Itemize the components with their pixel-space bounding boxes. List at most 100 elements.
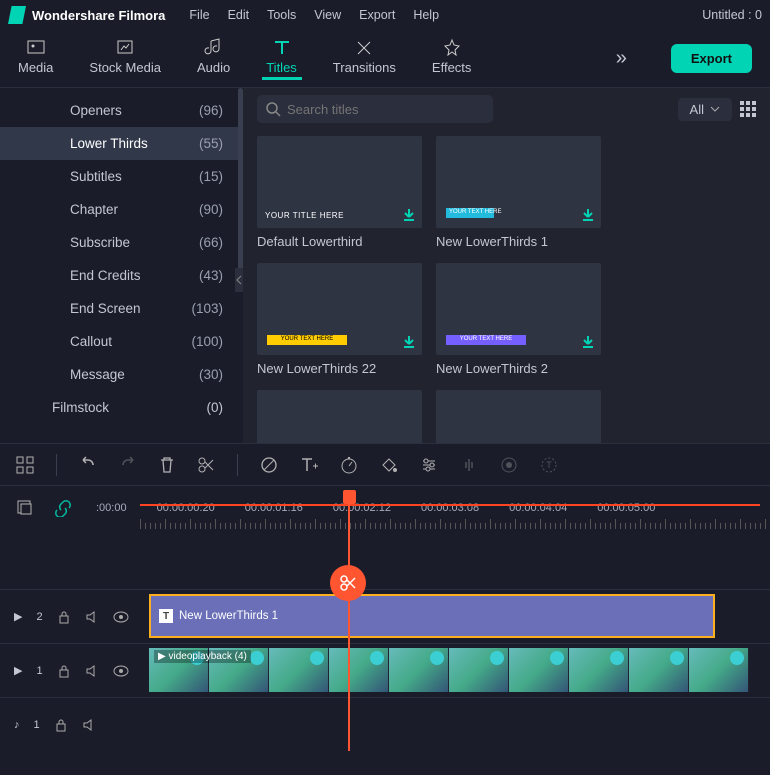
add-marker-icon[interactable] — [16, 499, 34, 517]
record-icon[interactable] — [500, 456, 518, 474]
ruler-ticks — [140, 515, 770, 529]
gallery-item[interactable]: YOUR TEXT HERE New LowerThirds 22 — [257, 263, 422, 376]
crop-icon[interactable] — [260, 456, 278, 474]
sidebar-item-lower-thirds[interactable]: Lower Thirds(55) — [0, 127, 243, 160]
menu-file[interactable]: File — [189, 8, 209, 22]
export-button[interactable]: Export — [671, 44, 752, 73]
delete-icon[interactable] — [159, 456, 175, 474]
sidebar-item-openers[interactable]: Openers(96) — [0, 94, 243, 127]
lock-icon[interactable] — [57, 610, 71, 624]
track-play-icon[interactable]: ▶ — [14, 610, 22, 623]
more-tabs-icon[interactable]: » — [616, 47, 625, 70]
visibility-icon[interactable] — [113, 611, 129, 623]
adjust-icon[interactable] — [420, 456, 438, 474]
sidebar-item-subscribe[interactable]: Subscribe(66) — [0, 226, 243, 259]
sidebar-item-subtitles[interactable]: Subtitles(15) — [0, 160, 243, 193]
menu-tools[interactable]: Tools — [267, 8, 296, 22]
sidebar-item-end-credits[interactable]: End Credits(43) — [0, 259, 243, 292]
sidebar-item-message[interactable]: Message(30) — [0, 358, 243, 391]
track-play-icon[interactable]: ▶ — [14, 664, 22, 677]
content-panel: All YOUR TITLE HEREDefault LowerthirdYOU… — [243, 88, 770, 443]
sidebar-item-chapter[interactable]: Chapter(90) — [0, 193, 243, 226]
download-icon[interactable] — [581, 208, 595, 222]
playhead-line[interactable] — [348, 529, 350, 751]
gallery-label: New LowerThirds 1 — [436, 234, 601, 249]
sidebar-item-callout[interactable]: Callout(100) — [0, 325, 243, 358]
redo-icon[interactable] — [119, 456, 137, 474]
timeline-tracks: ▶ 2 T New LowerThirds 1 ▶ 1 ▶ videoplayb… — [0, 529, 770, 751]
sidebar-scrollbar[interactable] — [238, 88, 243, 288]
sidebar-group-filmstock[interactable]: Filmstock (0) — [0, 391, 243, 424]
text-add-icon[interactable] — [300, 456, 318, 474]
color-icon[interactable] — [380, 456, 398, 474]
sidebar-collapse-handle[interactable] — [235, 268, 243, 292]
track-overlay-2: ▶ 2 T New LowerThirds 1 — [0, 589, 770, 643]
gallery-item[interactable]: YOUR TEXT HERE New LowerThirds 1 — [436, 136, 601, 249]
audio-waveform-icon[interactable] — [460, 456, 478, 474]
tab-effects[interactable]: Effects — [432, 38, 472, 79]
media-icon — [26, 38, 46, 56]
mute-icon[interactable] — [85, 664, 99, 678]
gallery-item[interactable] — [257, 390, 422, 443]
tab-titles[interactable]: Titles — [266, 38, 297, 79]
menu-edit[interactable]: Edit — [228, 8, 250, 22]
thumbnail: YOUR TEXT HERE — [436, 263, 601, 355]
project-title: Untitled : 0 — [702, 8, 762, 22]
filter-dropdown[interactable]: All — [678, 98, 732, 121]
mute-icon[interactable] — [85, 610, 99, 624]
title-bar: Wondershare Filmora File Edit Tools View Exp… — [0, 0, 770, 30]
tab-audio[interactable]: Audio — [197, 38, 230, 79]
track-header: ▶ 1 — [0, 644, 140, 697]
keyframe-icon[interactable]: T — [540, 456, 558, 474]
menu-view[interactable]: View — [314, 8, 341, 22]
svg-text:T: T — [546, 460, 552, 470]
video-frame-thumb — [329, 648, 389, 692]
main-tab-bar: Media Stock Media Audio Titles Transitions Ef… — [0, 30, 770, 88]
download-icon[interactable] — [581, 335, 595, 349]
track-audio-icon[interactable]: ♪ — [14, 719, 20, 731]
video-frame-thumb — [269, 648, 329, 692]
gallery-item[interactable] — [436, 390, 601, 443]
track-index: 1 — [34, 719, 40, 731]
download-icon[interactable] — [402, 208, 416, 222]
ruler-range-line — [140, 504, 760, 506]
search-input[interactable] — [257, 95, 493, 123]
track-index: 2 — [36, 611, 42, 623]
sidebar-item-end-screen[interactable]: End Screen(103) — [0, 292, 243, 325]
effects-icon — [442, 38, 462, 56]
tab-transitions[interactable]: Transitions — [333, 38, 396, 79]
timecode-label: :00:00 — [96, 502, 127, 514]
timeline-ruler[interactable]: :00:0000:00:00:2000:00:01:1600:00:02:120… — [0, 485, 770, 529]
thumbnail: YOUR TEXT HERE — [436, 136, 601, 228]
undo-icon[interactable] — [79, 456, 97, 474]
app-name: Wondershare Filmora — [32, 8, 165, 23]
download-icon[interactable] — [402, 335, 416, 349]
tab-media[interactable]: Media — [18, 38, 53, 79]
timeline-toolbar: T — [0, 443, 770, 485]
grid-view-icon[interactable] — [740, 101, 756, 117]
tab-stock[interactable]: Stock Media — [89, 38, 161, 79]
stock-icon — [115, 38, 135, 56]
filmora-logo-icon — [8, 6, 26, 24]
menu-help[interactable]: Help — [413, 8, 439, 22]
split-icon[interactable] — [197, 456, 215, 474]
thumbnail: YOUR TEXT HERE — [257, 263, 422, 355]
lock-icon[interactable] — [54, 718, 68, 732]
speed-icon[interactable] — [340, 456, 358, 474]
link-icon[interactable] — [54, 499, 72, 517]
visibility-icon[interactable] — [113, 665, 129, 677]
playhead-scissors-icon[interactable] — [330, 565, 366, 601]
playhead-handle[interactable] — [343, 490, 356, 504]
lock-icon[interactable] — [57, 664, 71, 678]
category-sidebar: Openers(96)Lower Thirds(55)Subtitles(15)… — [0, 88, 243, 443]
mute-icon[interactable] — [82, 718, 96, 732]
track-index: 1 — [36, 665, 42, 677]
manage-tracks-icon[interactable] — [16, 456, 34, 474]
gallery-item[interactable]: YOUR TEXT HERENew LowerThirds 2 — [436, 263, 601, 376]
track-header: ♪ 1 — [0, 698, 140, 751]
title-clip[interactable]: T New LowerThirds 1 — [149, 594, 715, 638]
gallery-label: New LowerThirds 22 — [257, 361, 422, 376]
transitions-icon — [354, 38, 374, 56]
menu-export[interactable]: Export — [359, 8, 395, 22]
gallery-item[interactable]: YOUR TITLE HEREDefault Lowerthird — [257, 136, 422, 249]
